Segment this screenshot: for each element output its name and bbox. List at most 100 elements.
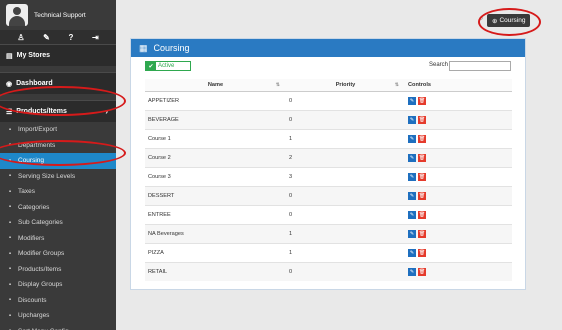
row-name: PIZZA: [145, 242, 286, 262]
sidebar-item-modifiers[interactable]: ▪ Modifiers: [0, 231, 116, 247]
sidebar-item-display-groups[interactable]: ▪ Display Groups: [0, 277, 116, 293]
nav-my-stores[interactable]: ▤ My Stores: [0, 44, 116, 66]
row-controls: ✎ 🗑: [405, 90, 512, 110]
nav-dashboard-label: Dashboard: [16, 80, 53, 87]
sidebar-item-categories[interactable]: ▪ Categories: [0, 200, 116, 216]
edit-icon[interactable]: ✎: [408, 267, 416, 276]
table-row: BEVERAGE 0 ✎ 🗑: [145, 109, 512, 129]
delete-icon[interactable]: 🗑: [418, 134, 426, 143]
nav-dashboard[interactable]: ◉ Dashboard: [0, 72, 116, 94]
row-priority: 1: [286, 128, 405, 148]
row-controls: ✎ 🗑: [405, 204, 512, 224]
plus-circle-icon: ⊕: [492, 17, 498, 25]
sidebar-item-import-export[interactable]: ▪ Import/Export: [0, 122, 116, 138]
delete-icon[interactable]: 🗑: [418, 210, 426, 219]
edit-icon[interactable]: ✎: [408, 248, 416, 257]
help-icon[interactable]: ?: [68, 33, 73, 42]
col-header-priority[interactable]: Priority ⇅: [286, 79, 405, 92]
edit-icon[interactable]: ✎: [408, 229, 416, 238]
table-row: NA Beverages 1 ✎ 🗑: [145, 223, 512, 243]
logout-icon[interactable]: ⇥: [92, 33, 99, 42]
top-coursing-label: Coursing: [499, 17, 526, 24]
discounts-icon: ▪: [8, 297, 12, 304]
row-name: Course 3: [145, 166, 286, 186]
chevron-right-icon: ›: [105, 107, 108, 116]
taxes-icon: ▪: [8, 188, 12, 195]
panel-header: ▦ Coursing: [131, 39, 525, 57]
panel-title: Coursing: [153, 43, 190, 53]
delete-icon[interactable]: 🗑: [418, 96, 426, 105]
table-row: APPETIZER 0 ✎ 🗑: [145, 90, 512, 110]
sidebar-item-upcharges[interactable]: ▪ Upcharges: [0, 308, 116, 324]
row-name: NA Beverages: [145, 223, 286, 243]
sidebar-item-label: Upcharges: [18, 312, 50, 320]
sidebar-item-serving-size-levels[interactable]: ▪ Serving Size Levels: [0, 169, 116, 185]
wrench-icon[interactable]: ✎: [43, 33, 50, 42]
coursing-panel: ▦ Coursing ✔ Active Search Name ⇅ Priorit…: [130, 38, 526, 290]
import-icon: ▪: [8, 126, 12, 133]
upcharges-icon: ▪: [8, 312, 12, 319]
delete-icon[interactable]: 🗑: [418, 115, 426, 124]
sidebar-item-sub-categories[interactable]: ▪ Sub Categories: [0, 215, 116, 231]
sidebar-item-sort-menu-config[interactable]: ▪Sort Menu Config: [0, 324, 116, 330]
edit-icon[interactable]: ✎: [408, 191, 416, 200]
edit-icon[interactable]: ✎: [408, 134, 416, 143]
delete-icon[interactable]: 🗑: [418, 267, 426, 276]
products-icon: ▪: [8, 266, 12, 273]
active-filter-button[interactable]: ✔ Active: [145, 61, 191, 71]
departments-icon: ▪: [8, 142, 12, 149]
search-input[interactable]: [449, 61, 511, 71]
row-controls: ✎ 🗑: [405, 166, 512, 186]
row-priority: 3: [286, 166, 405, 186]
edit-icon[interactable]: ✎: [408, 172, 416, 181]
edit-icon[interactable]: ✎: [408, 96, 416, 105]
delete-icon[interactable]: 🗑: [418, 229, 426, 238]
products-icon: ☰: [6, 108, 13, 116]
sidebar-item-modifier-groups[interactable]: ▪ Modifier Groups: [0, 246, 116, 262]
delete-icon[interactable]: 🗑: [418, 248, 426, 257]
sidebar-item-departments[interactable]: ▪ Departments: [0, 138, 116, 154]
sidebar-item-discounts[interactable]: ▪ Discounts: [0, 293, 116, 309]
delete-icon[interactable]: 🗑: [418, 153, 426, 162]
col-header-name[interactable]: Name ⇅: [145, 79, 286, 92]
table-body: APPETIZER 0 ✎ 🗑 BEVERAGE 0 ✎ 🗑 Course 1 1 ✎ 🗑 Course…: [145, 90, 512, 281]
top-coursing-button[interactable]: ⊕ Coursing: [487, 14, 531, 27]
delete-icon[interactable]: 🗑: [418, 191, 426, 200]
table-row: Course 3 3 ✎ 🗑: [145, 166, 512, 186]
row-priority: 0: [286, 109, 405, 129]
sidebar-item-label: Departments: [18, 141, 56, 149]
display-groups-icon: ▪: [8, 281, 12, 288]
sidebar-item-products-items[interactable]: ▪ Products/Items: [0, 262, 116, 278]
sidebar-item-coursing[interactable]: ▪ Coursing: [0, 153, 116, 169]
user-icon[interactable]: ♙: [17, 33, 24, 42]
row-controls: ✎ 🗑: [405, 223, 512, 243]
circle-icon: ○: [479, 15, 484, 22]
nav-products-items[interactable]: ☰ Products/Items ›: [0, 100, 116, 122]
store-icon: ▤: [6, 52, 13, 60]
edit-icon[interactable]: ✎: [408, 153, 416, 162]
sidebar-item-label: Products/Items: [18, 265, 62, 273]
nav-my-stores-label: My Stores: [16, 52, 51, 59]
row-name: Course 1: [145, 128, 286, 148]
row-controls: ✎ 🗑: [405, 261, 512, 281]
sidebar-toolbar: ♙ ✎ ? ⇥: [0, 30, 116, 44]
row-name: APPETIZER: [145, 90, 286, 110]
filter-bar: ✔ Active Search: [131, 57, 525, 73]
profile[interactable]: Technical Support: [0, 0, 116, 30]
profile-name: Technical Support: [34, 11, 86, 19]
sort-icon: ⇅: [275, 81, 280, 88]
delete-icon[interactable]: 🗑: [418, 172, 426, 181]
coursing-icon: ▪: [8, 157, 12, 164]
row-priority: 1: [286, 242, 405, 262]
edit-icon[interactable]: ✎: [408, 210, 416, 219]
sidebar: Technical Support ♙ ✎ ? ⇥ ▤ My Stores ◉ …: [0, 0, 116, 330]
table-row: ENTREE 0 ✎ 🗑: [145, 204, 512, 224]
table-row: PIZZA 1 ✎ 🗑: [145, 242, 512, 262]
row-name: DESSERT: [145, 185, 286, 205]
table-header-row: Name ⇅ Priority ⇅ Controls: [145, 79, 512, 92]
categories-icon: ▪: [8, 204, 12, 211]
sidebar-item-taxes[interactable]: ▪ Taxes: [0, 184, 116, 200]
edit-icon[interactable]: ✎: [408, 115, 416, 124]
sidebar-item-label: Taxes: [18, 188, 35, 196]
row-priority: 0: [286, 261, 405, 281]
